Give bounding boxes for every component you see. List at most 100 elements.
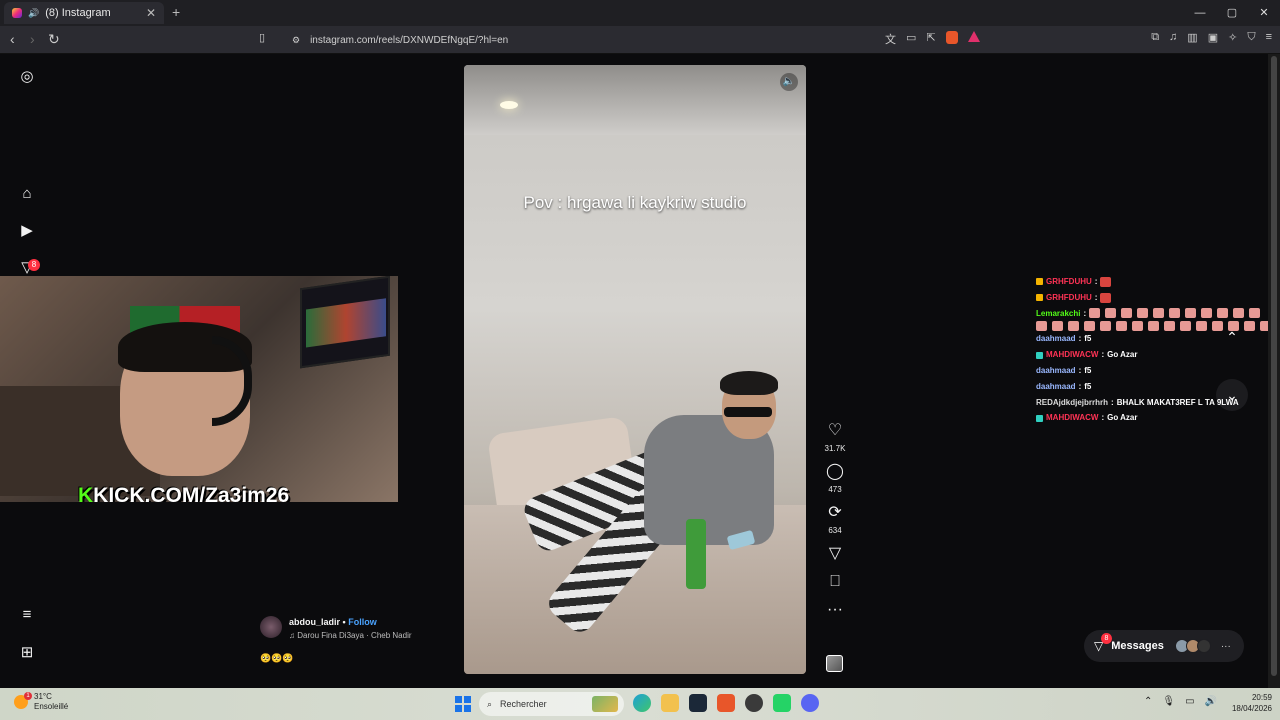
maximize-button[interactable]: ▢ (1216, 0, 1248, 26)
window-controls: — ▢ ✕ (1184, 0, 1280, 26)
system-tray: ⌃ 🎙 ▭ 🔊 (1144, 696, 1217, 707)
tray-chevron-icon[interactable]: ⌃ (1144, 696, 1152, 707)
search-placeholder: Rechercher (500, 699, 547, 709)
discord-icon[interactable] (801, 694, 819, 712)
send-icon[interactable]: ▽ (829, 545, 841, 563)
kick-url: KICK.COM/Za3im26 (93, 484, 290, 502)
mute-icon[interactable]: 🔈 (780, 73, 798, 91)
page-scrollbar[interactable] (1268, 54, 1280, 688)
heart-icon[interactable]: ♡ (828, 422, 842, 440)
chat-colon: : (1083, 308, 1087, 318)
bookmark-icon[interactable]: ▯ (259, 31, 265, 44)
messages-button[interactable]: ▽ 8 Messages ··· (1084, 630, 1244, 662)
volume-icon[interactable]: 🔊 (1205, 696, 1217, 707)
wallet-icon[interactable]: ▣ (1208, 31, 1218, 44)
reel-video[interactable]: 🔈 Pov : hrgawa li kaykriw studio (464, 65, 806, 674)
chat-emote-icon (1185, 308, 1197, 319)
weather-text: 31°C Ensoleillé (34, 692, 68, 712)
chat-username[interactable]: MAHDIWACW (1046, 410, 1098, 426)
repost-count: 634 (828, 526, 842, 535)
author-line: abdou_ladir • Follow (289, 617, 377, 627)
taskbar-search[interactable]: ⌕ Rechercher (479, 692, 624, 716)
steam-icon[interactable] (689, 694, 707, 712)
leo-ai-icon[interactable]: ✧ (1228, 31, 1237, 44)
repost-icon[interactable]: ⟳ (828, 504, 841, 522)
song-title: Darou Fina Di3aya · Cheb Nadir (297, 631, 412, 640)
author-avatar[interactable] (260, 616, 282, 638)
site-info-icon[interactable]: ⚙ (292, 35, 300, 46)
audio-thumbnail[interactable] (826, 655, 843, 672)
temperature: 31°C (34, 692, 52, 701)
reels-icon[interactable]: ▶ (18, 222, 36, 240)
speaker-icon[interactable]: 🔊 (28, 8, 39, 19)
more-options-icon[interactable]: ··· (827, 601, 843, 619)
more-action[interactable]: ··· (827, 601, 843, 619)
clock-date: 18/04/2026 (1231, 704, 1272, 713)
brave-icon[interactable] (717, 694, 735, 712)
home-icon[interactable]: ⌂ (18, 185, 36, 203)
brave-rewards-icon[interactable] (967, 31, 980, 42)
like-action[interactable]: ♡ 31.7K (825, 422, 846, 453)
minimize-button[interactable]: — (1184, 0, 1216, 26)
edge-icon[interactable] (633, 694, 651, 712)
comment-icon[interactable]: ◯ (826, 463, 844, 481)
save-action[interactable]: ⎕ (830, 573, 840, 591)
screenshot-icon[interactable]: ⧉ (1151, 31, 1159, 44)
network-icon[interactable]: ▭ (1185, 696, 1194, 707)
chat-username[interactable]: GRHFDUHU (1046, 274, 1092, 290)
tab-close-button[interactable]: ✕ (146, 6, 156, 20)
video-ceiling (464, 65, 806, 135)
chat-username[interactable]: daahmaad (1036, 363, 1076, 379)
chat-username[interactable]: GRHFDUHU (1046, 290, 1092, 306)
brave-shields-icon[interactable] (945, 31, 958, 44)
reload-icon[interactable]: ↻ (48, 31, 60, 48)
like-count: 31.7K (824, 444, 846, 453)
browser-tab-bar: 🔊 (8) Instagram ✕ + — ▢ ✕ (0, 0, 1280, 26)
address-bar-row: ‹ › ↻ ▯ ⚙ instagram.com/reels/DXNWDEfNgq… (0, 26, 1280, 54)
instagram-logo-icon[interactable]: ◎ (18, 68, 36, 86)
close-window-button[interactable]: ✕ (1248, 0, 1280, 26)
media-icon[interactable]: ♫ (1169, 31, 1177, 44)
chat-username[interactable]: Lemarakchi (1036, 306, 1080, 322)
video-person-hair (720, 371, 778, 395)
back-icon[interactable]: ‹ (10, 31, 15, 47)
file-explorer-icon[interactable] (661, 694, 679, 712)
sidebar-icon[interactable]: ▥ (1187, 31, 1197, 44)
vpn-icon[interactable]: ⛉ (1247, 31, 1255, 44)
taskbar-clock[interactable]: 20:59 18/04/2026 (1224, 692, 1272, 714)
cast-icon[interactable]: ▭ (906, 31, 916, 47)
translate-icon[interactable]: 文 (885, 31, 896, 47)
chat-text: f5 (1084, 365, 1092, 375)
chat-username[interactable]: daahmaad (1036, 379, 1076, 395)
menu-icon[interactable]: ≡ (1266, 31, 1272, 44)
music-note-icon: ♫ (289, 631, 295, 640)
clock-time: 20:59 (1251, 693, 1272, 702)
bookmark-save-icon[interactable]: ⎕ (830, 573, 840, 591)
chat-username[interactable]: MAHDIWACW (1046, 347, 1098, 363)
sun-icon: 1 (14, 692, 32, 709)
more-menu-icon[interactable]: ≡ (18, 606, 36, 624)
chat-colon: : (1078, 365, 1082, 375)
share-icon[interactable]: ⇱ (926, 31, 935, 47)
weather-widget[interactable]: 1 31°C Ensoleillé (14, 692, 68, 712)
messages-label: Messages (1111, 640, 1164, 652)
apps-icon[interactable]: ⊞ (18, 644, 36, 662)
obs-icon[interactable] (745, 694, 763, 712)
author-name[interactable]: abdou_ladir (289, 617, 340, 627)
windows-start-icon[interactable] (455, 696, 471, 712)
chat-colon: : (1078, 334, 1082, 344)
chat-emote-icon (1036, 321, 1047, 332)
comment-action[interactable]: ◯ 473 (826, 463, 844, 494)
chat-emote-icon (1148, 321, 1159, 332)
tab-instagram[interactable]: 🔊 (8) Instagram ✕ (4, 2, 164, 24)
whatsapp-icon[interactable] (773, 694, 791, 712)
chat-username[interactable]: daahmaad (1036, 331, 1076, 347)
forward-icon[interactable]: › (30, 31, 35, 47)
chat-username[interactable]: REDAjdkdjejbrrhrh (1036, 395, 1108, 411)
microphone-icon[interactable]: 🎙 (1162, 696, 1175, 707)
song-line[interactable]: ♫ Darou Fina Di3aya · Cheb Nadir (289, 631, 412, 640)
repost-action[interactable]: ⟳ 634 (828, 504, 841, 535)
share-action[interactable]: ▽ (829, 545, 841, 563)
new-tab-button[interactable]: + (172, 4, 180, 20)
follow-button[interactable]: Follow (348, 617, 377, 627)
